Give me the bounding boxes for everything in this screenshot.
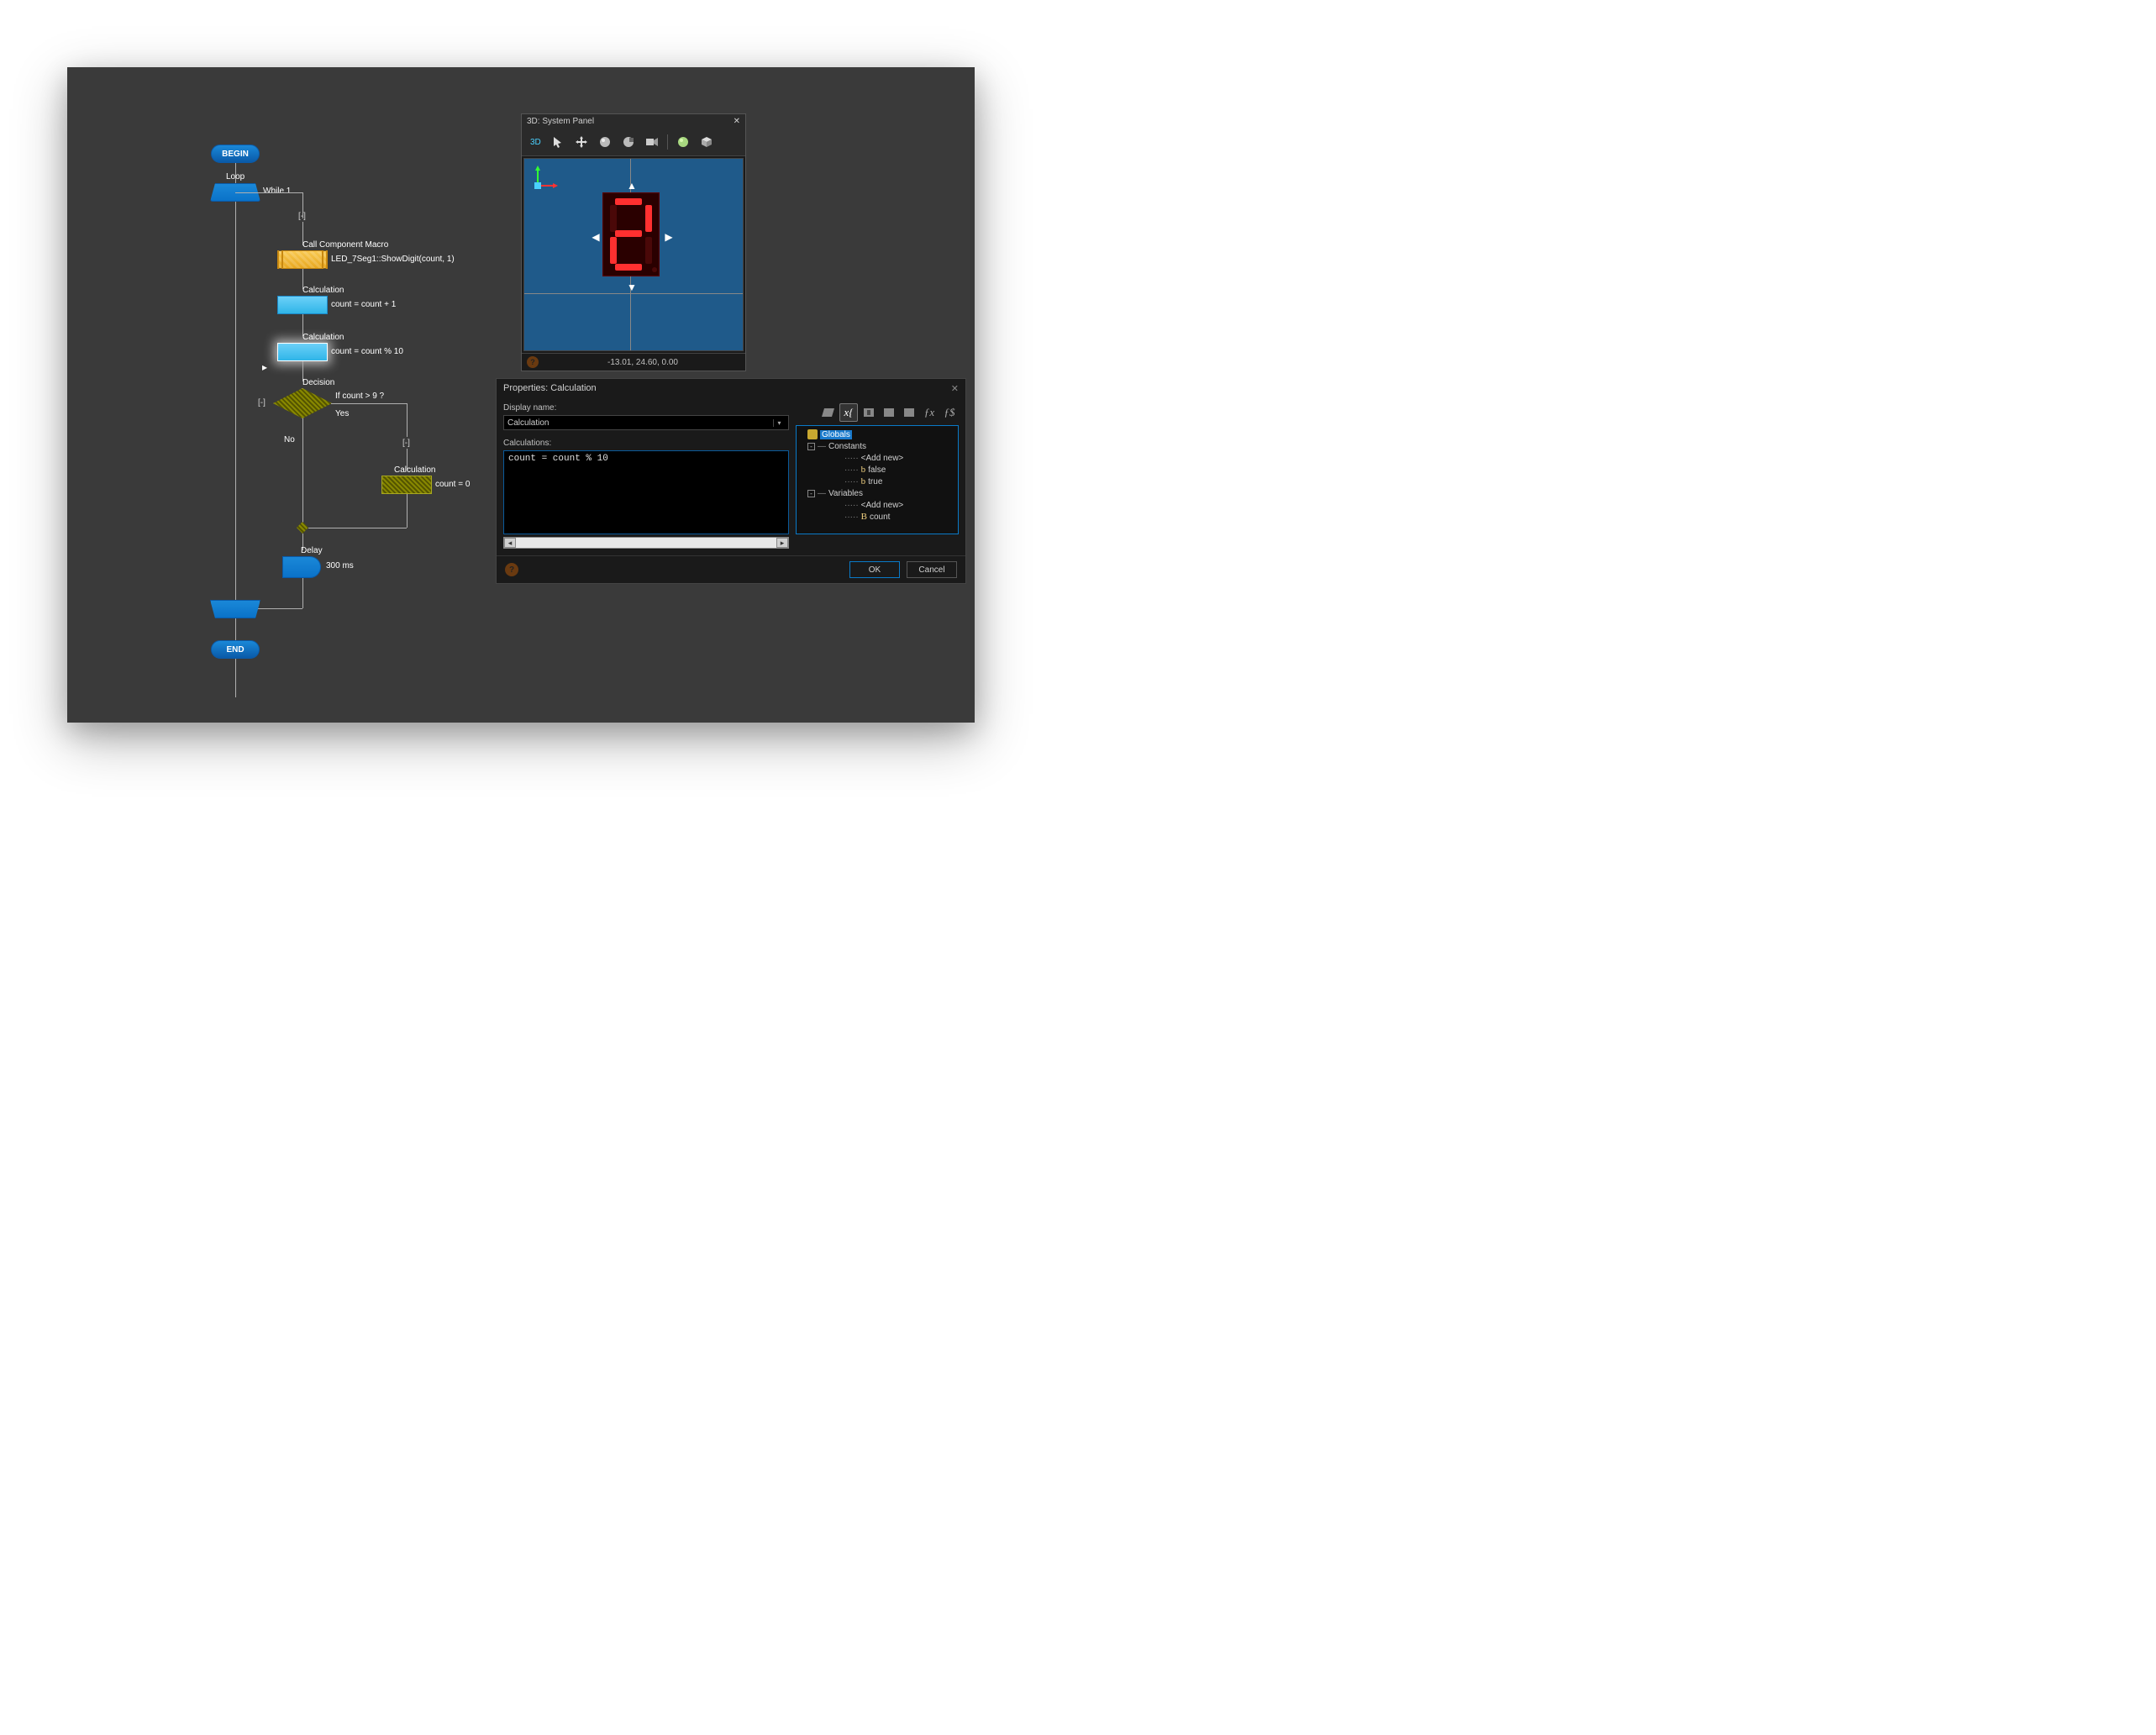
calculations-label: Calculations: bbox=[503, 439, 789, 448]
decision-node[interactable] bbox=[273, 388, 332, 418]
tool-box3-icon[interactable] bbox=[900, 403, 918, 422]
sphere-1-icon[interactable] bbox=[593, 132, 617, 152]
tool-box2-icon[interactable] bbox=[880, 403, 898, 422]
end-node[interactable]: END bbox=[211, 640, 260, 659]
properties-close-icon[interactable]: ✕ bbox=[951, 383, 959, 394]
decision-cond: If count > 9 ? bbox=[335, 392, 384, 401]
coords-readout: -13.01, 24.60, 0.00 bbox=[545, 358, 740, 367]
collapse-dec[interactable]: [-] bbox=[258, 398, 266, 407]
panel-3d[interactable]: 3D: System Panel ✕ 3D bbox=[521, 113, 746, 371]
tool-code-icon[interactable]: x{ bbox=[839, 403, 858, 422]
camera-1-icon[interactable] bbox=[640, 132, 664, 152]
nav-up-icon[interactable]: ▲ bbox=[626, 180, 638, 192]
tool-box1-icon[interactable] bbox=[860, 403, 878, 422]
status-help-icon[interactable]: ? bbox=[527, 356, 539, 368]
nav-down-icon[interactable]: ▼ bbox=[626, 281, 638, 293]
display-name-dropdown[interactable]: Calculation ▾ bbox=[503, 415, 789, 430]
tree-const-false[interactable]: ····· b false bbox=[799, 464, 955, 476]
variable-tree[interactable]: Globals - — Constants ····· <Add new> ··… bbox=[796, 425, 959, 534]
properties-panel[interactable]: Properties: Calculation ✕ Display name: … bbox=[496, 378, 966, 584]
tree-globals[interactable]: Globals bbox=[799, 428, 955, 440]
tool-fdollar-icon[interactable]: ƒ$ bbox=[940, 403, 959, 422]
tree-add-variable[interactable]: ····· <Add new> bbox=[799, 499, 955, 511]
display-name-label: Display name: bbox=[503, 403, 789, 413]
delay-node[interactable] bbox=[282, 556, 321, 578]
expand-variables-icon[interactable]: - bbox=[807, 490, 815, 497]
calc3-label: Calculation bbox=[394, 465, 435, 475]
macro-text: LED_7Seg1::ShowDigit(count, 1) bbox=[331, 255, 455, 264]
panel-3d-titlebar[interactable]: 3D: System Panel ✕ bbox=[522, 114, 745, 129]
calc2-node-selected[interactable] bbox=[277, 343, 328, 361]
variable-tools: x{ ƒx ƒ$ bbox=[796, 403, 959, 422]
calc1-node[interactable] bbox=[277, 296, 328, 314]
panel-3d-tab[interactable]: 3D bbox=[525, 138, 546, 147]
calculations-textarea[interactable] bbox=[503, 450, 789, 534]
yes-label: Yes bbox=[335, 409, 349, 418]
panel-3d-toolbar: 3D bbox=[522, 129, 745, 156]
expand-constants-icon[interactable]: - bbox=[807, 443, 815, 450]
tree-const-true[interactable]: ····· b true bbox=[799, 476, 955, 487]
tool-parallelogram-icon[interactable] bbox=[819, 403, 838, 422]
macro-label: Call Component Macro bbox=[302, 240, 388, 250]
help-icon[interactable]: ? bbox=[505, 563, 518, 576]
tree-constants[interactable]: - — Constants bbox=[799, 440, 955, 452]
calc-scrollbar[interactable]: ◂ ▸ bbox=[503, 537, 789, 549]
viewport-3d[interactable]: ▲ ▼ ◀ ▶ bbox=[523, 158, 744, 351]
begin-node[interactable]: BEGIN bbox=[211, 145, 260, 163]
calc3-text: count = 0 bbox=[435, 480, 470, 489]
no-label: No bbox=[284, 435, 295, 444]
ok-button[interactable]: OK bbox=[849, 561, 900, 578]
move-tool-icon[interactable] bbox=[570, 132, 593, 152]
calc1-text: count = count + 1 bbox=[331, 300, 396, 309]
decision-merge bbox=[297, 522, 308, 534]
loop-end-node[interactable] bbox=[210, 600, 260, 618]
viewport-status-bar: ? -13.01, 24.60, 0.00 bbox=[522, 353, 745, 371]
delay-text: 300 ms bbox=[326, 561, 354, 570]
nav-left-icon[interactable]: ◀ bbox=[590, 231, 602, 243]
nav-right-icon[interactable]: ▶ bbox=[663, 231, 675, 243]
while-cond: While 1 bbox=[263, 187, 291, 196]
dropdown-arrow-icon: ▾ bbox=[773, 419, 785, 427]
collapse-yes[interactable]: [-] bbox=[402, 439, 410, 448]
scroll-right-icon[interactable]: ▸ bbox=[776, 538, 788, 548]
calc1-label: Calculation bbox=[302, 286, 344, 295]
axis-widget-icon bbox=[531, 166, 558, 192]
display-name-value: Calculation bbox=[507, 418, 773, 428]
properties-title-text: Properties: Calculation bbox=[503, 383, 597, 394]
tool-fx-icon[interactable]: ƒx bbox=[920, 403, 939, 422]
macro-node[interactable] bbox=[277, 250, 328, 269]
app-window: BEGIN Loop While 1 [-] Call Component Ma… bbox=[67, 67, 975, 723]
properties-titlebar[interactable]: Properties: Calculation ✕ bbox=[497, 379, 965, 398]
sphere-2-icon[interactable] bbox=[617, 132, 640, 152]
calc3-node[interactable] bbox=[381, 476, 432, 494]
seven-segment-display bbox=[602, 192, 660, 276]
tree-var-count[interactable]: ····· B count bbox=[799, 511, 955, 523]
exec-arrow-icon: ▸ bbox=[262, 361, 267, 373]
panel-3d-title-text: 3D: System Panel bbox=[527, 117, 594, 126]
scroll-left-icon[interactable]: ◂ bbox=[504, 538, 516, 548]
decision-label: Decision bbox=[302, 378, 334, 387]
pointer-tool-icon[interactable] bbox=[546, 132, 570, 152]
globe-icon bbox=[807, 429, 818, 439]
collapse-1[interactable]: [-] bbox=[298, 212, 306, 221]
end-label: END bbox=[226, 645, 244, 655]
calc2-label: Calculation bbox=[302, 333, 344, 342]
loop-label: Loop bbox=[226, 172, 245, 181]
panel-3d-close-icon[interactable]: ✕ bbox=[734, 117, 740, 126]
cube-icon[interactable] bbox=[695, 132, 718, 152]
sphere-3-icon[interactable] bbox=[671, 132, 695, 152]
tree-add-constant[interactable]: ····· <Add new> bbox=[799, 452, 955, 464]
calc2-text: count = count % 10 bbox=[331, 347, 403, 356]
begin-label: BEGIN bbox=[222, 150, 249, 159]
cancel-button[interactable]: Cancel bbox=[907, 561, 957, 578]
tree-variables[interactable]: - — Variables bbox=[799, 487, 955, 499]
properties-footer: ? OK Cancel bbox=[497, 555, 965, 583]
delay-label: Delay bbox=[301, 546, 323, 555]
